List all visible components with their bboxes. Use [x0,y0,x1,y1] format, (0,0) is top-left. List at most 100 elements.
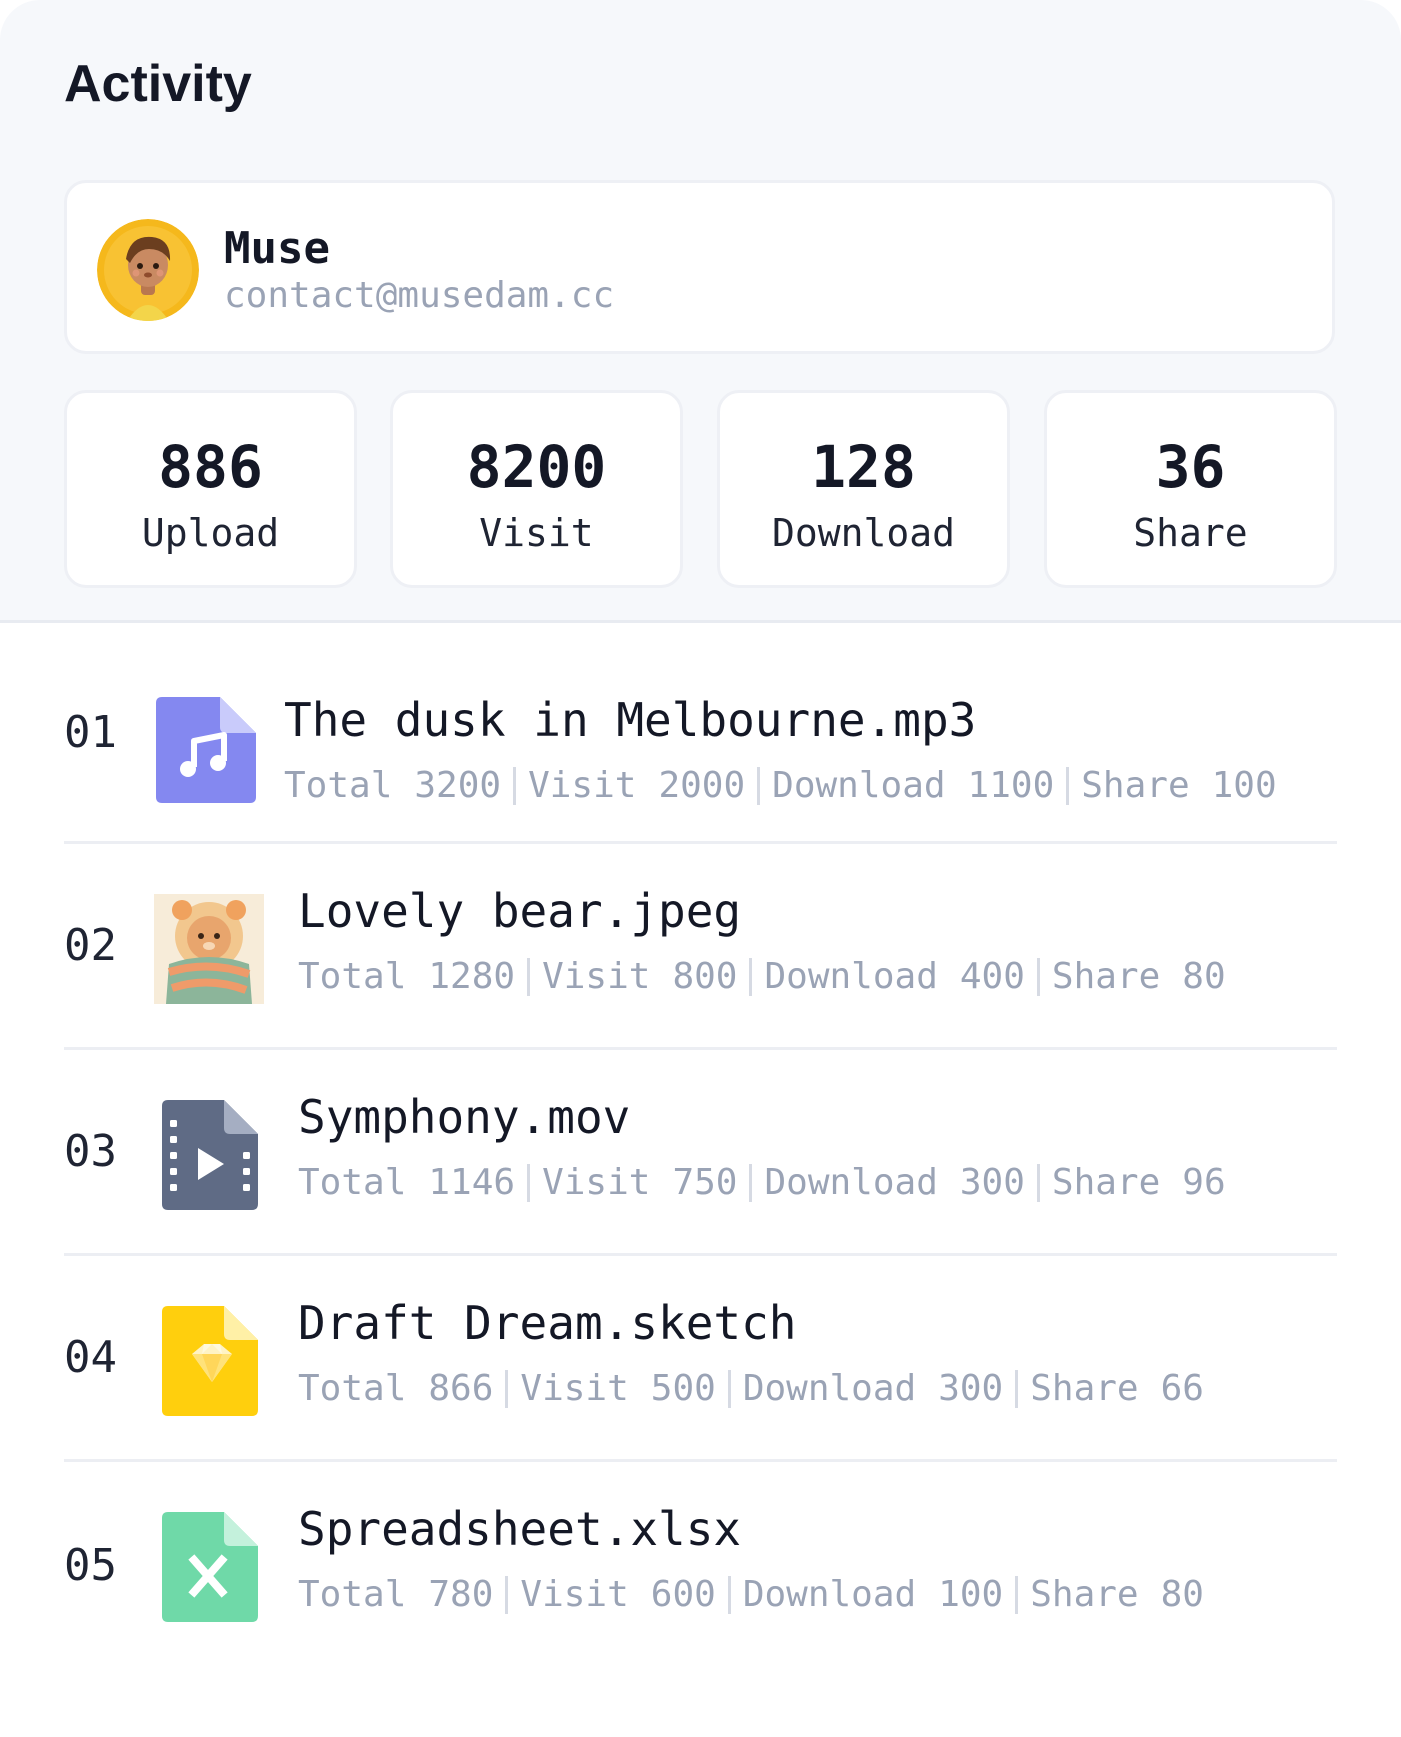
divider [527,957,531,996]
total-value: 1146 [428,1162,516,1203]
rank-number: 04 [64,1332,117,1383]
profile-card[interactable]: Muse contact@musedam.cc [64,180,1335,354]
rank-number: 01 [64,706,117,758]
download-value: 300 [959,1162,1025,1203]
list-item[interactable]: 02 Lovely bear.jpeg Total 1280 Visit 800… [64,844,1337,1050]
file-stats: Total 780 Visit 600 Download 100 Share 8… [298,1574,1204,1615]
stat-label: Share [1133,511,1248,555]
file-name: Spreadsheet.xlsx [298,1502,742,1556]
visit-label: Visit [520,1574,629,1615]
file-name: Draft Dream.sketch [298,1296,797,1350]
download-label: Download [742,1574,917,1615]
total-label: Total [298,1368,407,1409]
stat-download[interactable]: 128 Download [717,390,1010,588]
stat-value: 8200 [466,433,607,501]
download-value: 1100 [967,765,1055,806]
divider [757,766,761,805]
file-stats: Total 1146 Visit 750 Download 300 Share … [298,1162,1226,1203]
visit-label: Visit [528,765,637,806]
divider [505,1369,509,1408]
download-value: 400 [959,956,1025,997]
audio-file-icon [156,697,266,807]
divider [513,766,517,805]
visit-value: 2000 [658,765,746,806]
share-label: Share [1030,1574,1139,1615]
list-item[interactable]: 03 Symphony.mov Total 1146 Visit 750 Dow… [64,1050,1337,1256]
activity-summary-section: Activity Muse contact@musedam.cc 886 Upl… [0,0,1401,623]
visit-label: Visit [520,1368,629,1409]
download-label: Download [742,1368,917,1409]
stat-value: 886 [158,433,263,501]
divider [749,957,753,996]
visit-label: Visit [542,956,651,997]
activity-card: Activity Muse contact@musedam.cc 886 Upl… [0,0,1401,1737]
divider [527,1163,531,1202]
stat-label: Download [771,511,956,555]
list-item[interactable]: 05 Spreadsheet.xlsx Total 780 Visit 600 … [64,1462,1337,1668]
total-label: Total [298,956,407,997]
share-value: 96 [1182,1162,1226,1203]
download-value: 300 [938,1368,1004,1409]
share-value: 100 [1211,765,1277,806]
stats-row: 886 Upload 8200 Visit 128 Download 36 Sh… [64,390,1337,588]
stat-label: Visit [479,511,594,555]
total-value: 780 [428,1574,494,1615]
share-value: 66 [1160,1368,1204,1409]
divider [505,1575,509,1614]
share-label: Share [1030,1368,1139,1409]
visit-value: 600 [650,1574,716,1615]
file-activity-list: 01 The dusk in Melbourne.mp3 Total 3200 … [64,623,1337,1668]
stat-value: 128 [811,433,916,501]
share-label: Share [1081,765,1190,806]
profile-email: contact@musedam.cc [224,275,615,316]
visit-label: Visit [542,1162,651,1203]
total-value: 3200 [414,765,502,806]
divider [1015,1575,1019,1614]
visit-value: 800 [672,956,738,997]
file-name: The dusk in Melbourne.mp3 [284,693,977,747]
stat-upload[interactable]: 886 Upload [64,390,357,588]
list-item[interactable]: 01 The dusk in Melbourne.mp3 Total 3200 … [64,623,1337,844]
divider [1036,957,1040,996]
share-value: 80 [1182,956,1226,997]
profile-name: Muse [224,223,330,274]
list-item[interactable]: 04 Draft Dream.sketch Total 866 Visit 50… [64,1256,1337,1462]
divider [749,1163,753,1202]
total-label: Total [284,765,393,806]
total-value: 1280 [428,956,516,997]
total-label: Total [298,1162,407,1203]
download-label: Download [772,765,946,806]
video-file-icon [162,1100,272,1210]
total-value: 866 [428,1368,494,1409]
divider [1066,766,1070,805]
file-stats: Total 866 Visit 500 Download 300 Share 6… [298,1368,1204,1409]
share-value: 80 [1160,1574,1204,1615]
avatar [97,219,199,321]
share-label: Share [1051,1162,1161,1203]
total-label: Total [298,1574,407,1615]
download-value: 100 [938,1574,1004,1615]
image-thumbnail [154,894,264,1004]
divider [727,1369,731,1408]
divider [1015,1369,1019,1408]
share-label: Share [1051,956,1161,997]
rank-number: 05 [64,1539,117,1591]
sketch-file-icon [162,1306,272,1416]
visit-value: 750 [672,1162,738,1203]
excel-file-icon [162,1512,272,1622]
file-name: Symphony.mov [298,1090,631,1144]
file-stats: Total 1280 Visit 800 Download 400 Share … [298,956,1226,997]
stat-share[interactable]: 36 Share [1044,390,1337,588]
stat-value: 36 [1155,433,1226,501]
divider [1036,1163,1040,1202]
stat-visit[interactable]: 8200 Visit [390,390,683,588]
divider [727,1575,731,1614]
file-stats: Total 3200 Visit 2000 Download 1100 Shar… [284,765,1277,806]
file-name: Lovely bear.jpeg [298,884,742,938]
rank-number: 02 [64,920,117,971]
visit-value: 500 [650,1368,716,1409]
download-label: Download [764,956,938,997]
rank-number: 03 [64,1126,117,1177]
stat-label: Upload [141,511,280,555]
download-label: Download [764,1162,938,1203]
